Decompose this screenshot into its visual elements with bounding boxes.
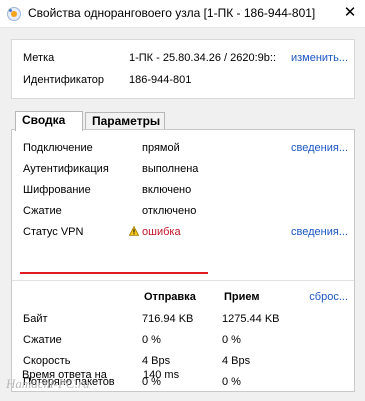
- encryption-row: Шифрование включено: [12, 181, 354, 199]
- id-row: Идентификатор 186-944-801: [12, 71, 354, 89]
- identity-panel: Метка 1-ПК - 25.80.34.26 / 2620:9b:: изм…: [11, 39, 355, 99]
- auth-row: Аутентификация выполнена: [12, 160, 354, 178]
- window-title: Свойства одноранговоего узла [1-ПК - 186…: [28, 6, 316, 20]
- dialog-body: Метка 1-ПК - 25.80.34.26 / 2620:9b:: изм…: [0, 28, 365, 401]
- auth-value: выполнена: [142, 163, 199, 175]
- vpn-status-label: Статус VPN: [23, 226, 84, 238]
- response-time-value: 140 ms: [143, 369, 180, 381]
- connection-row: Подключение прямой сведения...: [12, 139, 354, 157]
- table-row: Байт 716.94 KB 1275.44 KB: [12, 310, 354, 328]
- vpn-status-row: Статус VPN ошибка сведения...: [12, 223, 354, 241]
- connection-details-link[interactable]: сведения...: [291, 139, 348, 157]
- encryption-label: Шифрование: [23, 184, 91, 196]
- warning-icon: [129, 226, 139, 236]
- vpn-error-highlight: [20, 272, 208, 274]
- vpn-details-link[interactable]: сведения...: [291, 223, 348, 241]
- connection-label: Подключение: [23, 142, 93, 154]
- stats-header-row: Отправка Прием сброс...: [12, 288, 354, 306]
- close-button[interactable]: ✕: [335, 0, 365, 28]
- tab-summary[interactable]: Сводка: [15, 111, 83, 131]
- compression-stat-label: Сжатие: [23, 334, 62, 346]
- label-field-value: 1-ПК - 25.80.34.26 / 2620:9b::: [129, 52, 277, 64]
- bytes-received: 1275.44 KB: [222, 313, 280, 325]
- title-bar: Свойства одноранговоего узла [1-ПК - 186…: [0, 0, 365, 28]
- receive-column-header: Прием: [224, 291, 260, 303]
- bytes-sent: 716.94 KB: [142, 313, 194, 325]
- site-watermark: Hamachi-PC.ru: [6, 376, 90, 391]
- reset-link[interactable]: сброс...: [309, 288, 348, 306]
- send-column-header: Отправка: [144, 291, 196, 303]
- label-row: Метка 1-ПК - 25.80.34.26 / 2620:9b:: изм…: [12, 49, 354, 67]
- section-divider: [12, 280, 354, 281]
- hamachi-app-icon: [7, 7, 21, 21]
- compression-sent: 0 %: [142, 334, 161, 346]
- id-field-value: 186-944-801: [129, 74, 192, 86]
- compression-row: Сжатие отключено: [12, 202, 354, 220]
- encryption-value: включено: [142, 184, 192, 196]
- change-link[interactable]: изменить...: [291, 49, 348, 67]
- summary-tab-panel: Подключение прямой сведения... Аутентифи…: [11, 129, 355, 392]
- label-field-label: Метка: [23, 52, 55, 64]
- vpn-status-value: ошибка: [142, 226, 181, 238]
- id-field-label: Идентификатор: [23, 74, 104, 86]
- bytes-label: Байт: [23, 313, 48, 325]
- connection-value: прямой: [142, 142, 180, 154]
- compression-received: 0 %: [222, 334, 241, 346]
- auth-label: Аутентификация: [23, 163, 109, 175]
- compression-label: Сжатие: [23, 205, 62, 217]
- table-row: Сжатие 0 % 0 %: [12, 331, 354, 349]
- compression-value: отключено: [142, 205, 197, 217]
